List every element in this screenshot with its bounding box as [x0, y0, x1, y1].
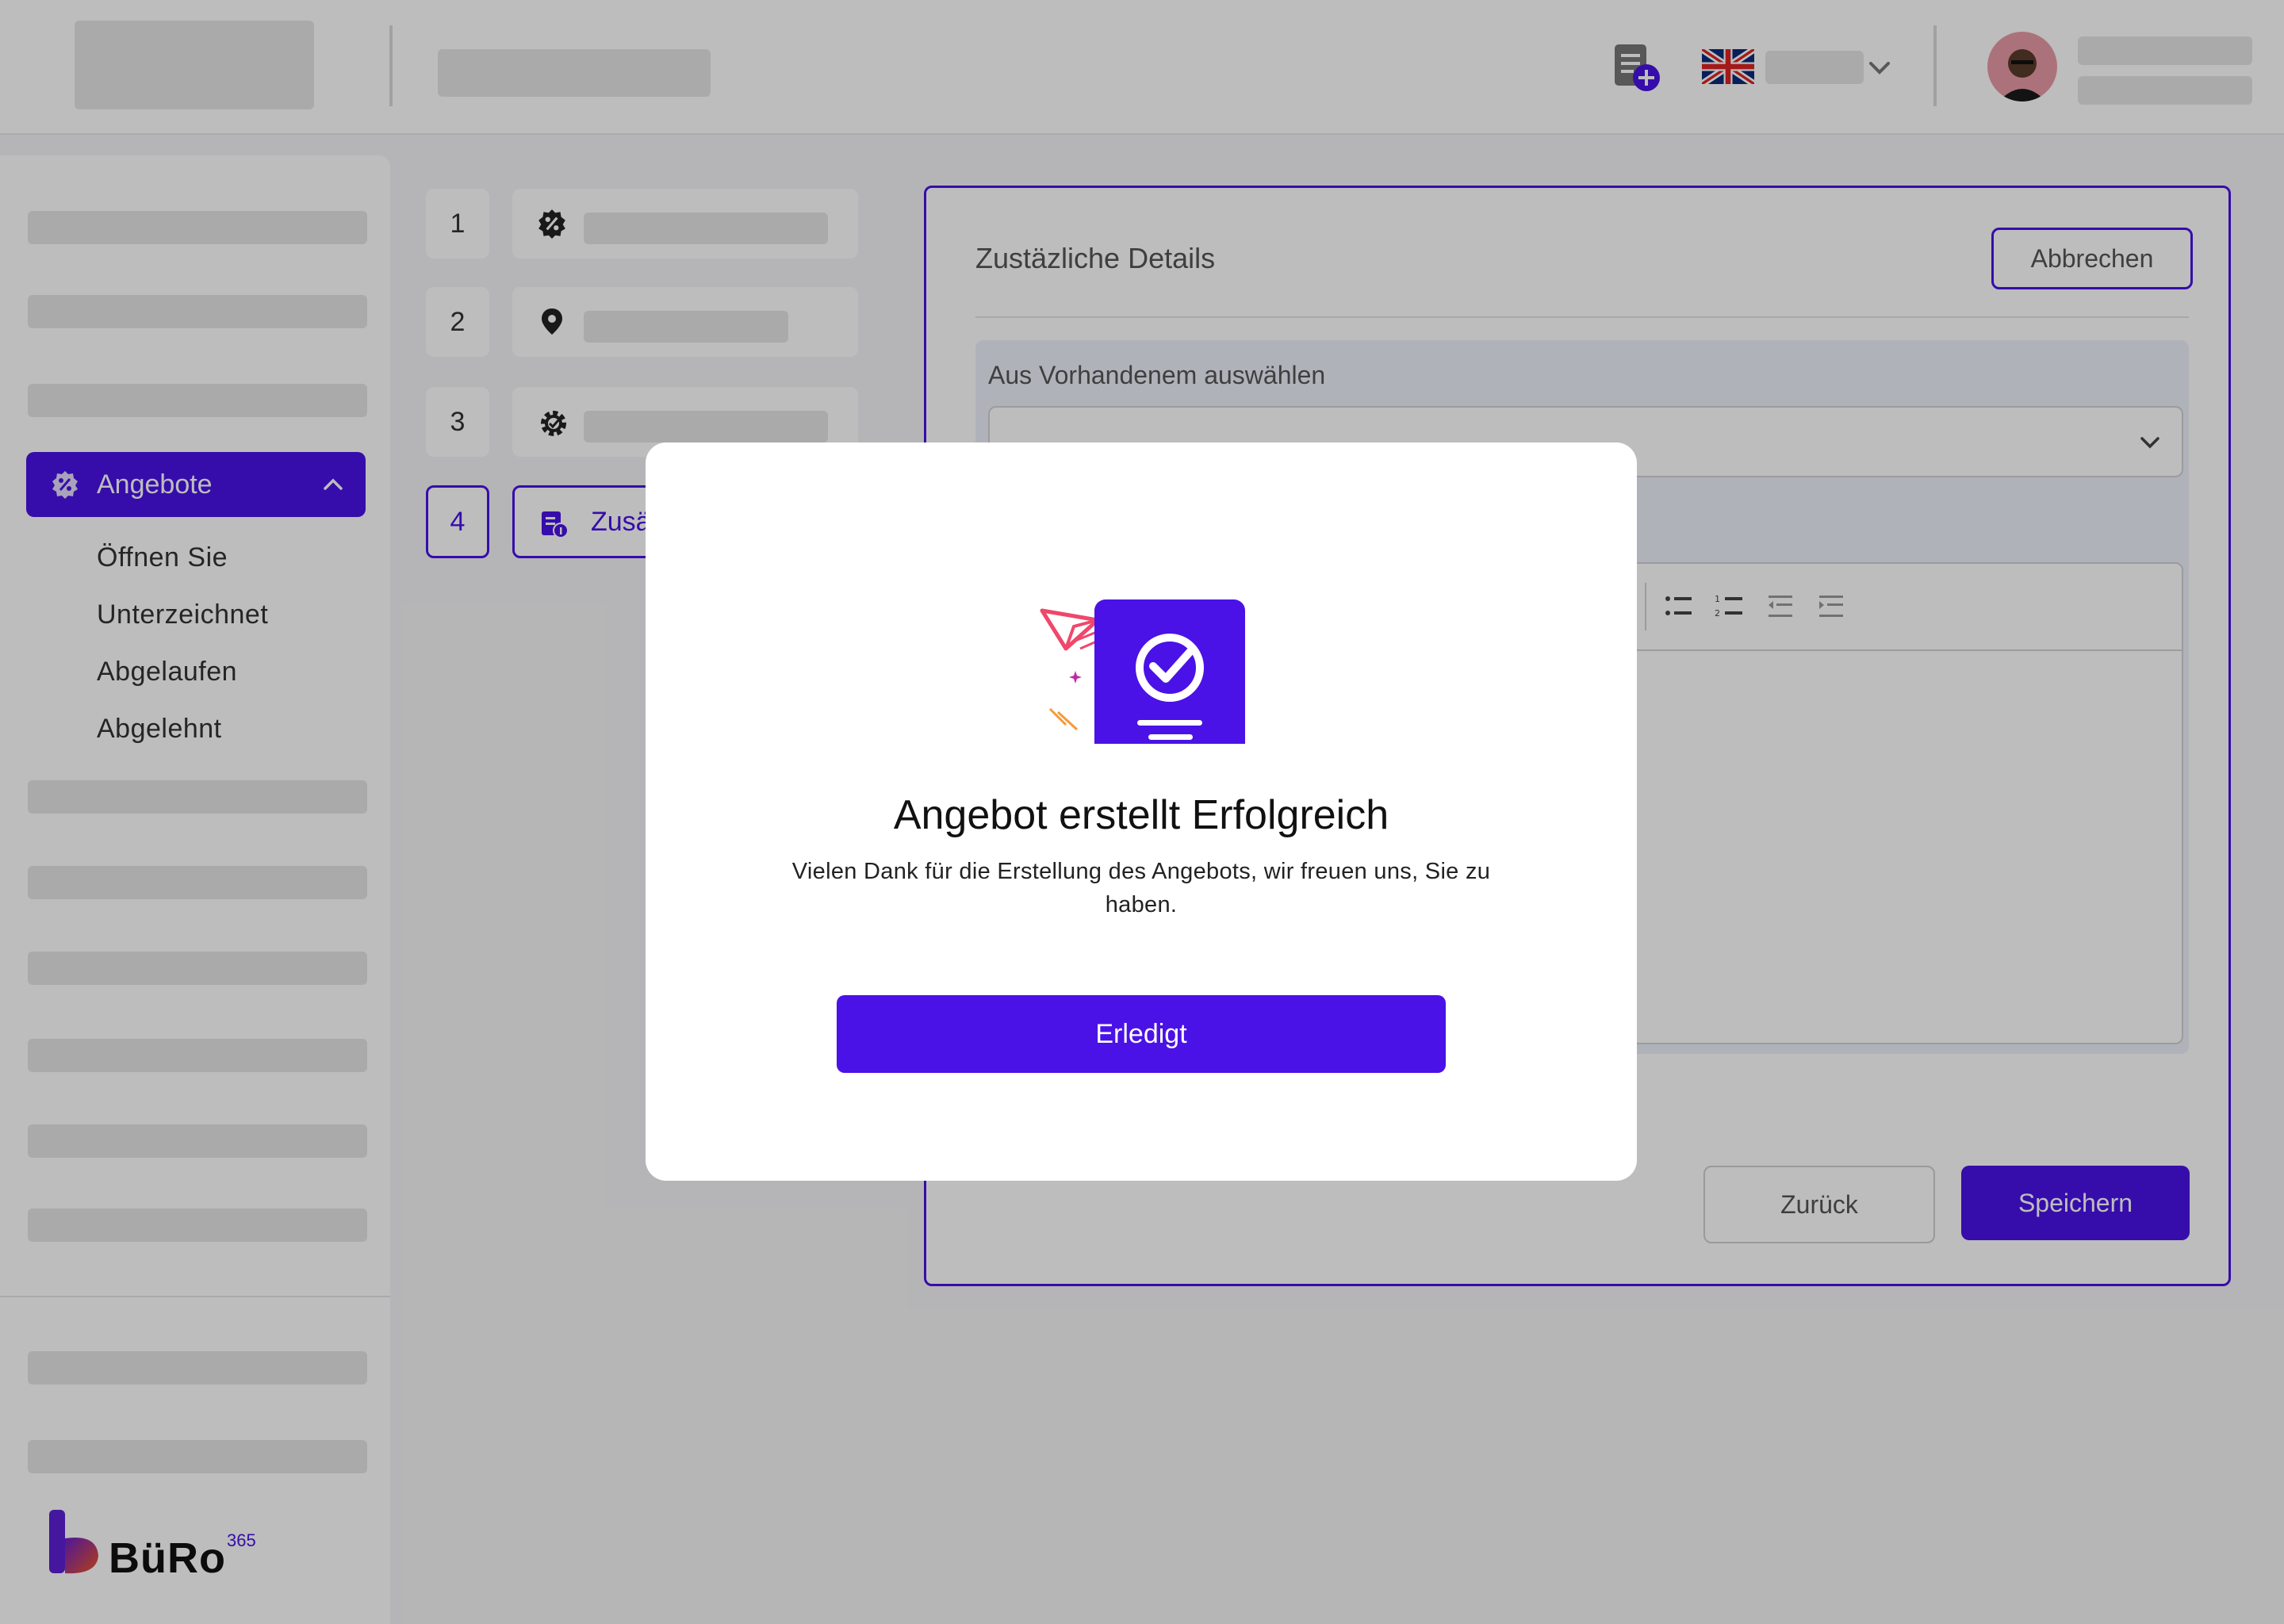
success-document-icon	[1040, 599, 1245, 744]
success-modal: Angebot erstellt Erfolgreich Vielen Dank…	[646, 442, 1637, 1181]
modal-title: Angebot erstellt Erfolgreich	[893, 792, 1389, 838]
modal-message: Vielen Dank für die Erstellung des Angeb…	[791, 859, 1491, 917]
done-button[interactable]: Erledigt	[837, 995, 1446, 1073]
